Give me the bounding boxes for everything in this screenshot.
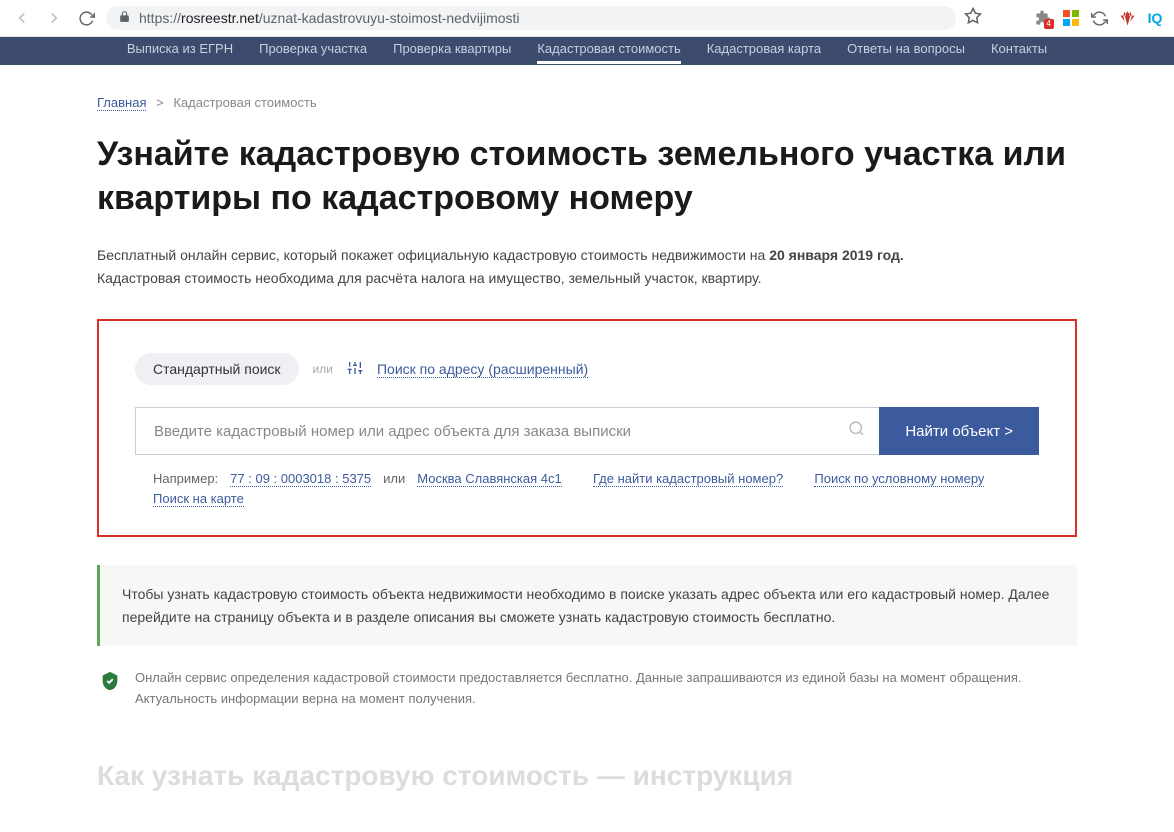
hint-where-find[interactable]: Где найти кадастровый номер? bbox=[593, 471, 783, 487]
search-panel: Стандартный поиск или Поиск по адресу (р… bbox=[97, 319, 1077, 537]
shield-icon bbox=[99, 670, 121, 699]
tab-advanced-search[interactable]: Поиск по адресу (расширенный) bbox=[377, 361, 588, 378]
browser-toolbar: https://rosreestr.net/uznat-kadastrovuyu… bbox=[0, 0, 1174, 37]
forward-button[interactable] bbox=[42, 6, 66, 30]
star-icon[interactable] bbox=[964, 7, 982, 30]
extension-icon[interactable]: 4 bbox=[1034, 9, 1052, 27]
nav-item-cadastral-map[interactable]: Кадастровая карта bbox=[707, 41, 821, 62]
info-row-shield: Онлайн сервис определения кадастровой ст… bbox=[97, 668, 1077, 710]
recycle-icon[interactable] bbox=[1090, 9, 1108, 27]
iq-icon[interactable]: IQ bbox=[1146, 9, 1164, 27]
reload-button[interactable] bbox=[74, 6, 98, 30]
tab-standard-search[interactable]: Стандартный поиск bbox=[135, 353, 299, 385]
address-bar[interactable]: https://rosreestr.net/uznat-kadastrovuyu… bbox=[106, 6, 956, 30]
nav-item-contacts[interactable]: Контакты bbox=[991, 41, 1047, 62]
nav-item-check-plot[interactable]: Проверка участка bbox=[259, 41, 367, 62]
nav-item-faq[interactable]: Ответы на вопросы bbox=[847, 41, 965, 62]
url-text: https://rosreestr.net/uznat-kadastrovuyu… bbox=[139, 10, 520, 26]
breadcrumb-home[interactable]: Главная bbox=[97, 95, 146, 111]
sliders-icon bbox=[347, 360, 363, 379]
info-box-instructions: Чтобы узнать кадастровую стоимость объек… bbox=[97, 565, 1077, 646]
microsoft-icon[interactable] bbox=[1062, 9, 1080, 27]
bottom-heading: Как узнать кадастровую стоимость — инстр… bbox=[97, 760, 1077, 792]
hint-on-map[interactable]: Поиск на карте bbox=[153, 491, 244, 507]
page-title: Узнайте кадастровую стоимость земельного… bbox=[97, 132, 1077, 220]
diamond-icon[interactable] bbox=[1118, 9, 1136, 27]
extension-badge: 4 bbox=[1044, 19, 1054, 29]
hint-example-address[interactable]: Москва Славянская 4c1 bbox=[417, 471, 562, 487]
tab-separator: или bbox=[313, 362, 333, 376]
breadcrumb: Главная > Кадастровая стоимость bbox=[97, 95, 1077, 110]
hint-conventional[interactable]: Поиск по условному номеру bbox=[814, 471, 984, 487]
intro-text: Бесплатный онлайн сервис, который покаже… bbox=[97, 244, 1077, 289]
breadcrumb-sep: > bbox=[156, 95, 164, 110]
nav-item-egrn[interactable]: Выписка из ЕГРН bbox=[127, 41, 233, 62]
search-icon bbox=[848, 420, 865, 442]
search-input[interactable] bbox=[135, 407, 879, 455]
extension-icons: 4 IQ bbox=[1034, 9, 1164, 27]
hint-example-number[interactable]: 77 : 09 : 0003018 : 5375 bbox=[230, 471, 371, 487]
back-button[interactable] bbox=[10, 6, 34, 30]
nav-item-check-apartment[interactable]: Проверка квартиры bbox=[393, 41, 511, 62]
breadcrumb-current: Кадастровая стоимость bbox=[173, 95, 316, 110]
lock-icon bbox=[118, 10, 131, 26]
shield-text: Онлайн сервис определения кадастровой ст… bbox=[135, 668, 1075, 710]
site-navigation: Выписка из ЕГРН Проверка участка Проверк… bbox=[0, 37, 1174, 65]
search-button[interactable]: Найти объект > bbox=[879, 407, 1039, 455]
search-hints: Например: 77 : 09 : 0003018 : 5375 или М… bbox=[153, 471, 1039, 507]
nav-item-cadastral-value[interactable]: Кадастровая стоимость bbox=[537, 41, 680, 62]
